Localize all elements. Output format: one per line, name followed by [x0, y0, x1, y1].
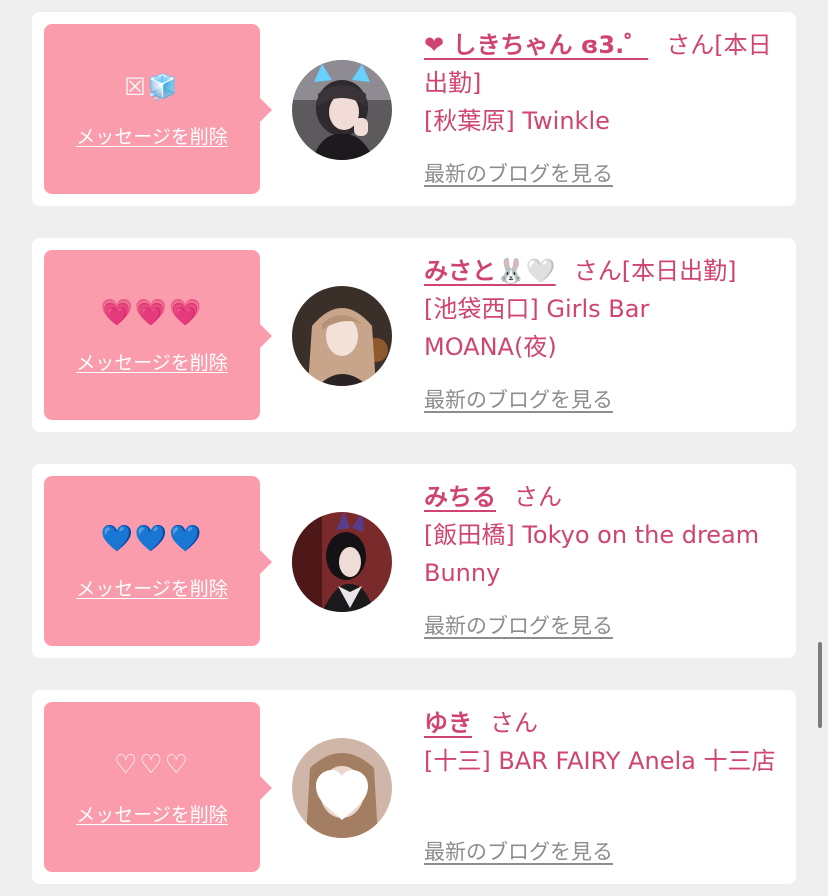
girl-name-link[interactable]: みさと🐰🤍 — [424, 257, 556, 285]
avatar-photo — [292, 512, 392, 612]
avatar-photo — [292, 286, 392, 386]
scrollbar[interactable] — [818, 642, 822, 728]
girl-name-link[interactable]: ❤︎ しきちゃん ɞ3.゜ — [424, 31, 648, 59]
avatar[interactable] — [292, 738, 392, 838]
honorific: さん — [666, 31, 715, 59]
message-text: ☒🧊 — [124, 73, 180, 101]
message-card: 💙💙💙 メッセージを削除 みちる さん [飯田橋] Tokyo on the dr… — [32, 464, 796, 658]
delete-message-link[interactable]: メッセージを削除 — [44, 122, 260, 149]
latest-blog-link[interactable]: 最新のブログを見る — [424, 610, 613, 640]
delete-message-link[interactable]: メッセージを削除 — [44, 348, 260, 375]
avatar-photo — [292, 738, 392, 838]
girl-info: ❤︎ しきちゃん ɞ3.゜ さん[本日出勤] [秋葉原] Twinkle — [424, 26, 788, 140]
message-bubble: ♡♡♡ メッセージを削除 — [44, 702, 272, 872]
avatar-photo — [292, 60, 392, 160]
name-line: みさと🐰🤍 さん[本日出勤] — [424, 252, 788, 290]
message-card: ☒🧊 メッセージを削除 ❤︎ しきちゃん ɞ3.゜ さん[本日出勤] [秋葉原] … — [32, 12, 796, 206]
honorific: さん — [573, 257, 622, 285]
message-card: ♡♡♡ メッセージを削除 ゆき さん [十三] BAR FAIRY Anela 十… — [32, 690, 796, 884]
girl-info: みさと🐰🤍 さん[本日出勤] [池袋西口] Girls Bar MOANA(夜) — [424, 252, 788, 366]
avatar[interactable] — [292, 286, 392, 386]
status-text: [本日出勤] — [621, 257, 737, 285]
delete-message-link[interactable]: メッセージを削除 — [44, 800, 260, 827]
shop-name: [十三] BAR FAIRY Anela 十三店 — [424, 747, 776, 775]
girl-name-link[interactable]: ゆき — [424, 709, 472, 737]
honorific: さん — [514, 483, 562, 511]
girl-name-link[interactable]: みちる — [424, 483, 496, 511]
avatar[interactable] — [292, 512, 392, 612]
message-bubble: 💙💙💙 メッセージを削除 — [44, 476, 272, 646]
message-bubble: 💗💗💗 メッセージを削除 — [44, 250, 272, 420]
message-text: ♡♡♡ — [114, 750, 190, 780]
message-text: 💗💗💗 — [100, 298, 204, 328]
latest-blog-link[interactable]: 最新のブログを見る — [424, 836, 613, 866]
shop-name: [飯田橋] Tokyo on the dream Bunny — [424, 521, 760, 587]
name-line: みちる さん — [424, 478, 788, 516]
message-bubble: ☒🧊 メッセージを削除 — [44, 24, 272, 194]
name-line: ゆき さん — [424, 704, 788, 742]
girl-info: ゆき さん [十三] BAR FAIRY Anela 十三店 — [424, 704, 788, 780]
message-card: 💗💗💗 メッセージを削除 みさと🐰🤍 さん[本日出勤] [池袋西口] Girls … — [32, 238, 796, 432]
delete-message-link[interactable]: メッセージを削除 — [44, 574, 260, 601]
name-line: ❤︎ しきちゃん ɞ3.゜ さん[本日出勤] — [424, 26, 788, 102]
latest-blog-link[interactable]: 最新のブログを見る — [424, 384, 613, 414]
message-text: 💙💙💙 — [100, 524, 204, 554]
shop-name: [池袋西口] Girls Bar MOANA(夜) — [424, 295, 650, 361]
avatar[interactable] — [292, 60, 392, 160]
shop-name: [秋葉原] Twinkle — [424, 107, 610, 135]
message-list: ☒🧊 メッセージを削除 ❤︎ しきちゃん ɞ3.゜ さん[本日出勤] [秋葉原] … — [0, 0, 828, 896]
girl-info: みちる さん [飯田橋] Tokyo on the dream Bunny — [424, 478, 788, 592]
honorific: さん — [490, 709, 538, 737]
latest-blog-link[interactable]: 最新のブログを見る — [424, 158, 613, 188]
